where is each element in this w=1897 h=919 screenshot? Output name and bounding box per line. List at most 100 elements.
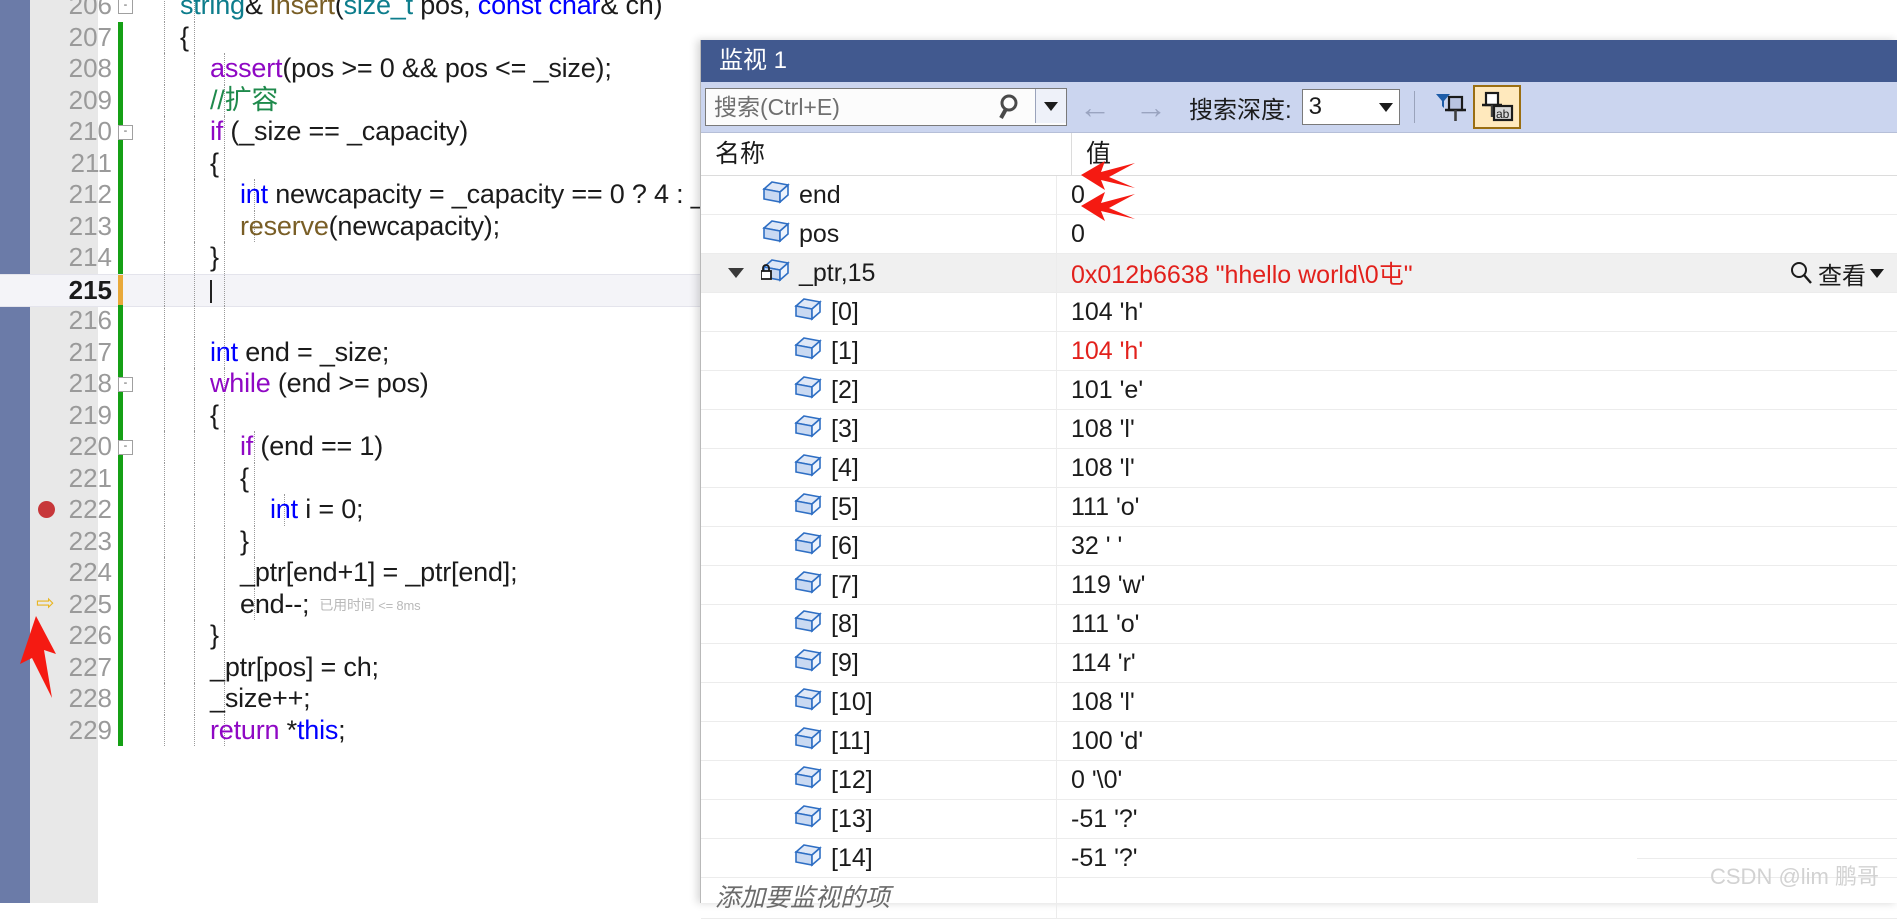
watch-row-value-cell[interactable]: 104 'h' [1057, 293, 1897, 331]
watch-table-header: 名称 值 [701, 133, 1897, 176]
watch-row[interactable]: [7] 119 'w' [701, 566, 1897, 605]
add-watch-placeholder[interactable]: 添加要监视的项 [701, 878, 1057, 918]
watch-row-value-cell[interactable]: 0 [1057, 215, 1897, 253]
watch-row-name-cell[interactable]: [0] [701, 293, 1057, 331]
watch-row-name-cell[interactable]: end [701, 176, 1057, 214]
pin-filter-icon[interactable] [1429, 87, 1473, 127]
watch-row-name-cell[interactable]: _ptr,15 [701, 254, 1057, 292]
watch-row-name-cell[interactable]: [4] [701, 449, 1057, 487]
magnifier-icon [1791, 262, 1812, 284]
watch-row[interactable]: [9] 114 'r' [701, 644, 1897, 683]
breakpoint-icon[interactable] [38, 501, 55, 518]
code-text: if (end == 1) [240, 431, 383, 461]
indent-guide [194, 399, 195, 431]
indent-guide [224, 305, 225, 337]
watch-row[interactable]: [13] -51 '?' [701, 800, 1897, 839]
watch-row-name-cell[interactable]: [11] [701, 722, 1057, 760]
watch-row-name-cell[interactable]: [1] [701, 332, 1057, 370]
column-header-value[interactable]: 值 [1072, 133, 1897, 175]
fold-toggle[interactable]: - [118, 377, 133, 392]
watch-row-name-cell[interactable]: [12] [701, 761, 1057, 799]
watch-row-value-cell[interactable]: 104 'h' [1057, 332, 1897, 370]
watch-row[interactable]: [12] 0 '\0' [701, 761, 1897, 800]
watch-row-name-cell[interactable]: [8] [701, 605, 1057, 643]
change-bar [118, 179, 123, 211]
indent-guide [164, 525, 165, 557]
fold-toggle[interactable]: - [118, 0, 133, 14]
watch-row-name-cell[interactable]: [9] [701, 644, 1057, 682]
line-number: 210 [68, 116, 112, 146]
watch-window[interactable]: 监视 1 ← → 搜索深度: 3 [700, 40, 1897, 919]
line-number: 215 [68, 274, 112, 305]
line-number: 209 [68, 84, 112, 115]
watch-toolbar: ← → 搜索深度: 3 ab [701, 82, 1897, 133]
watch-row-name-cell[interactable]: pos [701, 215, 1057, 253]
watch-row-value-cell[interactable]: 108 'l' [1057, 410, 1897, 448]
watch-row[interactable]: _ptr,15 0x012b6638 "hhello world\0屯" 查看 [701, 254, 1897, 293]
watch-row-name-cell[interactable]: [10] [701, 683, 1057, 721]
watch-row-value: -51 '?' [1071, 804, 1138, 833]
current-statement-arrow-icon[interactable]: ⇨ [36, 591, 58, 613]
indent-guide [224, 210, 225, 242]
watch-row-value-cell[interactable]: -51 '?' [1057, 800, 1897, 838]
change-bar [118, 651, 123, 683]
watch-row-value-cell[interactable]: 119 'w' [1057, 566, 1897, 604]
watch-row-value-cell[interactable]: 108 'l' [1057, 683, 1897, 721]
watch-row[interactable]: [10] 108 'l' [701, 683, 1897, 722]
search-options-dropdown[interactable] [1035, 89, 1066, 123]
watch-row-value-cell[interactable]: 32 ' ' [1057, 527, 1897, 565]
expander-triangle-icon[interactable] [728, 268, 744, 278]
watch-row[interactable]: [3] 108 'l' [701, 410, 1897, 449]
watch-row[interactable]: [4] 108 'l' [701, 449, 1897, 488]
watch-row[interactable]: [1] 104 'h' [701, 332, 1897, 371]
watch-row-name-cell[interactable]: [3] [701, 410, 1057, 448]
watch-row-value: 101 'e' [1071, 375, 1144, 404]
fold-toggle[interactable]: - [118, 125, 133, 140]
watch-row-name-cell[interactable]: [14] [701, 839, 1057, 877]
indent-guide [194, 525, 195, 557]
watch-row-name: [0] [831, 297, 859, 326]
change-bar [118, 462, 123, 494]
watch-row-value-cell[interactable]: 108 'l' [1057, 449, 1897, 487]
elapsed-time-annotation: 已用时间 <= 8ms [319, 596, 421, 613]
pin-ab-toggle-icon[interactable]: ab [1472, 85, 1521, 129]
code-line[interactable]: 206- string& insert(size_t pos, const cha… [0, 0, 1897, 22]
cube-icon [789, 686, 831, 719]
watch-row[interactable]: [11] 100 'd' [701, 722, 1897, 761]
watch-row[interactable]: [8] 111 'o' [701, 605, 1897, 644]
value-visualizer-button[interactable]: 查看 [1788, 256, 1884, 291]
watch-row-value-cell[interactable]: 111 'o' [1057, 488, 1897, 526]
watch-row[interactable]: end 0 [701, 176, 1897, 215]
watch-row-value-cell[interactable]: 114 'r' [1057, 644, 1897, 682]
watch-row[interactable]: [6] 32 ' ' [701, 527, 1897, 566]
search-input[interactable] [706, 91, 1016, 123]
svg-text:ab: ab [1496, 107, 1510, 121]
watch-row-name-cell[interactable]: [2] [701, 371, 1057, 409]
watch-row-value-cell[interactable]: 0x012b6638 "hhello world\0屯" 查看 [1057, 254, 1897, 292]
watch-row-name: pos [799, 219, 840, 248]
watch-row-name-cell[interactable]: [5] [701, 488, 1057, 526]
watch-row-value: 108 'l' [1071, 414, 1135, 443]
watch-row-value-cell[interactable]: 0 '\0' [1057, 761, 1897, 799]
watch-row[interactable]: [5] 111 'o' [701, 488, 1897, 527]
column-header-name[interactable]: 名称 [701, 133, 1072, 175]
watch-row[interactable]: [2] 101 'e' [701, 371, 1897, 410]
search-depth-select[interactable]: 3 [1301, 89, 1400, 125]
watch-row-name-cell[interactable]: [13] [701, 800, 1057, 838]
watch-row[interactable]: pos 0 [701, 215, 1897, 254]
search-depth-label: 搜索深度: [1189, 96, 1292, 124]
watch-row[interactable]: [0] 104 'h' [701, 293, 1897, 332]
watch-row-value: -51 '?' [1071, 843, 1138, 872]
search-forward-button[interactable]: → [1123, 91, 1179, 123]
watch-row-value-cell[interactable]: 101 'e' [1057, 371, 1897, 409]
watch-row-name-cell[interactable]: [7] [701, 566, 1057, 604]
watch-row-value-cell[interactable]: 111 'o' [1057, 605, 1897, 643]
search-box[interactable] [705, 88, 1067, 126]
watch-row-name-cell[interactable]: [6] [701, 527, 1057, 565]
search-back-button[interactable]: ← [1067, 91, 1123, 123]
watch-row-value-cell[interactable]: 0 [1057, 176, 1897, 214]
chevron-down-icon[interactable] [1870, 268, 1884, 278]
change-bar [118, 147, 123, 179]
watch-row-value-cell[interactable]: 100 'd' [1057, 722, 1897, 760]
fold-toggle[interactable]: - [118, 440, 133, 455]
